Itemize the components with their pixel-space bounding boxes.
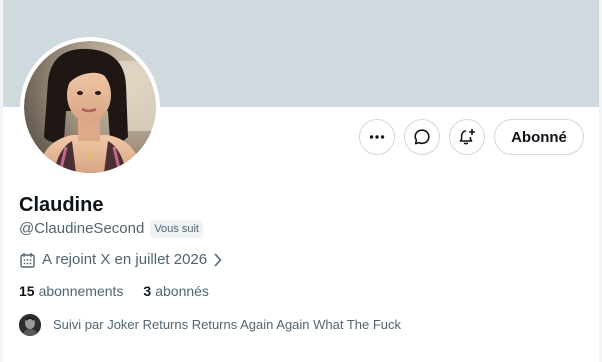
message-button[interactable] xyxy=(404,119,440,155)
profile-avatar[interactable] xyxy=(24,41,156,173)
following-label: abonnements xyxy=(38,283,124,299)
followers-label: abonnés xyxy=(155,283,209,299)
join-date[interactable]: A rejoint X en juillet 2026 xyxy=(19,250,223,270)
followed-by-text: Suivi par Joker Returns Returns Again Ag… xyxy=(53,317,402,332)
more-horizontal-icon xyxy=(369,135,385,139)
followed-by-row[interactable]: Suivi par Joker Returns Returns Again Ag… xyxy=(19,314,401,336)
profile-display-name: Claudine xyxy=(19,194,104,216)
more-options-button[interactable] xyxy=(359,119,395,155)
calendar-icon xyxy=(20,252,35,268)
profile-avatar-frame[interactable] xyxy=(20,37,160,177)
chevron-right-icon xyxy=(214,253,222,267)
following-button[interactable]: Abonné xyxy=(494,119,584,155)
notifications-button[interactable] xyxy=(449,119,485,155)
message-icon xyxy=(414,129,430,145)
follow-stats: 15 abonnements 3 abonnés xyxy=(19,282,209,300)
following-count-link[interactable]: 15 abonnements xyxy=(19,282,123,300)
followers-count-link[interactable]: 3 abonnés xyxy=(143,282,209,300)
profile-page: Abonné Claudine @ClaudineSecond Vous sui… xyxy=(0,0,602,362)
follows-you-badge: Vous suit xyxy=(150,220,203,238)
handle-row: @ClaudineSecond Vous suit xyxy=(19,219,203,239)
profile-handle: @ClaudineSecond xyxy=(19,220,145,237)
followers-count: 3 xyxy=(143,283,152,299)
follower-avatar xyxy=(19,314,41,336)
bell-plus-icon xyxy=(459,128,476,145)
join-date-text: A rejoint X en juillet 2026 xyxy=(42,251,208,268)
profile-actions: Abonné xyxy=(359,119,584,155)
following-count: 15 xyxy=(19,283,35,299)
